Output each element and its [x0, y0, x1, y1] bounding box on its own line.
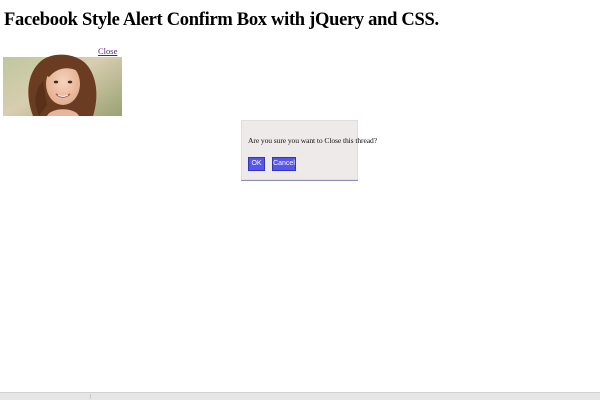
ok-button[interactable]: OK	[248, 157, 265, 171]
page-title: Facebook Style Alert Confirm Box with jQ…	[4, 10, 439, 30]
close-link[interactable]: Close	[98, 46, 117, 56]
status-bar	[0, 392, 600, 400]
cancel-button[interactable]: Cancel	[272, 157, 296, 171]
status-bar-segment	[2, 394, 91, 399]
page: Facebook Style Alert Confirm Box with jQ…	[0, 0, 600, 400]
confirm-message: Are you sure you want to Close this thre…	[248, 136, 377, 145]
confirm-dialog: Are you sure you want to Close this thre…	[241, 120, 377, 181]
